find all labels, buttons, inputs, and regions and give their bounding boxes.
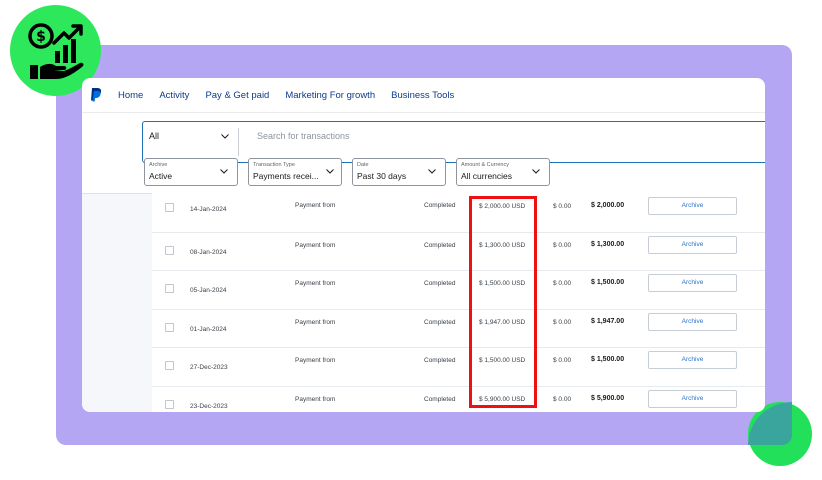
- archive-button[interactable]: Archive: [648, 312, 737, 331]
- transaction-type-dropdown[interactable]: Transaction Type Payments recei...: [248, 158, 342, 186]
- date-dropdown[interactable]: Date Past 30 days: [352, 158, 446, 186]
- row-date: 05-Jan-2024: [190, 287, 227, 294]
- table-row[interactable]: 27-Dec-2023 Payment from Completed $ 1,5…: [152, 347, 765, 387]
- row-net-amount: $ 1,500.00: [591, 356, 625, 363]
- row-net-amount: $ 1,500.00: [591, 279, 625, 286]
- row-status: Completed: [424, 357, 456, 364]
- search-input[interactable]: Search for transactions: [257, 131, 350, 141]
- table-row[interactable]: 01-Jan-2024 Payment from Completed $ 1,9…: [152, 309, 765, 348]
- transaction-search-bar: All Search for transactions: [142, 121, 765, 163]
- archive-dropdown-label: Archive: [149, 162, 168, 168]
- row-checkbox[interactable]: [165, 203, 174, 212]
- row-status: Completed: [424, 395, 456, 403]
- paypal-logo-icon[interactable]: [90, 88, 102, 102]
- row-description: Payment from: [295, 395, 336, 403]
- divider: [238, 128, 239, 156]
- nav-pay-get-paid[interactable]: Pay & Get paid: [205, 90, 269, 101]
- row-net-amount: $ 1,300.00: [591, 240, 625, 248]
- table-row[interactable]: 05-Jan-2024 Payment from Completed $ 1,5…: [152, 270, 765, 310]
- row-status: Completed: [424, 318, 456, 326]
- row-checkbox[interactable]: [165, 245, 174, 255]
- row-description: Payment from: [295, 357, 336, 364]
- row-checkbox[interactable]: [165, 322, 174, 332]
- table-row[interactable]: 08-Jan-2024 Payment from Completed $ 1,3…: [152, 232, 765, 271]
- table-row[interactable]: 14-Jan-2024 Payment from Completed $ 2,0…: [152, 193, 765, 233]
- date-dropdown-value: Past 30 days: [357, 171, 407, 181]
- row-checkbox[interactable]: [165, 399, 174, 409]
- archive-button[interactable]: Archive: [648, 235, 737, 254]
- chevron-down-icon[interactable]: [221, 134, 229, 139]
- currency-dropdown[interactable]: Amount & Currency All currencies: [456, 158, 550, 186]
- chevron-down-icon: [220, 169, 228, 174]
- row-description: Payment from: [295, 241, 336, 249]
- row-status: Completed: [424, 202, 456, 209]
- row-fee: $ 0.00: [553, 318, 572, 326]
- archive-button[interactable]: Archive: [648, 389, 737, 408]
- archive-dropdown[interactable]: Archive Active: [144, 158, 238, 186]
- currency-dropdown-value: All currencies: [461, 171, 513, 181]
- row-status: Completed: [424, 280, 456, 287]
- nav-home[interactable]: Home: [118, 90, 143, 101]
- table-row[interactable]: 23-Dec-2023 Payment from Completed $ 5,9…: [152, 386, 765, 413]
- row-date: 01-Jan-2024: [190, 325, 227, 333]
- nav-marketing[interactable]: Marketing For growth: [285, 90, 375, 101]
- row-date: 23-Dec-2023: [190, 402, 228, 410]
- row-net-amount: $ 5,900.00: [591, 394, 625, 402]
- row-description: Payment from: [295, 318, 336, 326]
- nav-business-tools[interactable]: Business Tools: [391, 90, 454, 101]
- row-description: Payment from: [295, 280, 336, 287]
- nav-activity[interactable]: Activity: [159, 90, 189, 101]
- row-status: Completed: [424, 241, 456, 249]
- archive-dropdown-value: Active: [149, 171, 173, 181]
- amount-highlight-box: [469, 196, 537, 408]
- row-net-amount: $ 1,947.00: [591, 317, 625, 325]
- archive-button[interactable]: Archive: [648, 197, 737, 215]
- row-fee: $ 0.00: [553, 241, 572, 249]
- row-date: 08-Jan-2024: [190, 248, 227, 256]
- filter-all-select[interactable]: All: [149, 131, 229, 141]
- row-date: 14-Jan-2024: [190, 206, 227, 213]
- chevron-down-icon: [326, 169, 334, 174]
- row-date: 27-Dec-2023: [190, 364, 228, 371]
- chevron-down-icon: [532, 169, 540, 174]
- row-fee: $ 0.00: [553, 395, 572, 403]
- date-dropdown-label: Date: [357, 162, 369, 168]
- row-fee: $ 0.00: [553, 203, 572, 210]
- transactions-table: 14-Jan-2024 Payment from Completed $ 2,0…: [152, 193, 765, 412]
- currency-dropdown-label: Amount & Currency: [461, 162, 509, 168]
- paypal-activity-screen: Home Activity Pay & Get paid Marketing F…: [82, 78, 765, 412]
- row-fee: $ 0.00: [553, 357, 572, 364]
- transaction-type-value: Payments recei...: [253, 171, 319, 181]
- archive-button[interactable]: Archive: [648, 351, 737, 369]
- row-net-amount: $ 2,000.00: [591, 202, 625, 209]
- row-fee: $ 0.00: [553, 280, 572, 287]
- row-checkbox[interactable]: [165, 361, 174, 370]
- row-description: Payment from: [295, 202, 336, 209]
- svg-text:$: $: [36, 29, 46, 45]
- transaction-type-label: Transaction Type: [253, 162, 295, 168]
- chevron-down-icon: [428, 169, 436, 174]
- top-nav: Home Activity Pay & Get paid Marketing F…: [82, 78, 765, 113]
- archive-button[interactable]: Archive: [648, 274, 737, 292]
- row-checkbox[interactable]: [165, 284, 174, 293]
